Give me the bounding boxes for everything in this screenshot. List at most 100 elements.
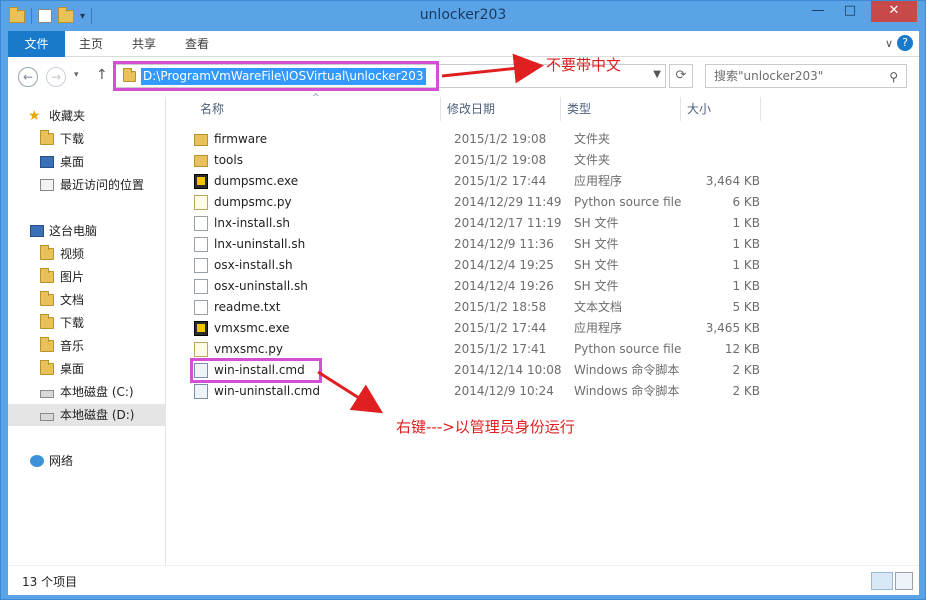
refresh-button[interactable]: ⟳	[669, 64, 693, 88]
drive-icon	[40, 390, 54, 398]
table-row[interactable]: tools 2015/1/2 19:08 文件夹	[178, 150, 768, 171]
file-icon	[194, 237, 208, 252]
sidebar-item-drive-c[interactable]: 本地磁盘 (C:)	[8, 381, 166, 403]
table-row[interactable]: win-install.cmd 2014/12/14 10:08 Windows 命…	[178, 358, 768, 383]
ribbon-expand-icon[interactable]: ∨	[885, 37, 893, 50]
file-size: 3,464 KB	[705, 174, 760, 188]
sidebar-item-videos[interactable]: 视频	[8, 243, 166, 265]
sidebar-item-documents[interactable]: 文档	[8, 289, 166, 311]
sidebar-label: 收藏夹	[49, 109, 86, 123]
chevron-down-icon[interactable]: ▼	[653, 69, 661, 80]
sidebar-item-desktop-pc[interactable]: 桌面	[8, 358, 166, 380]
downloads-folder-icon	[40, 130, 54, 145]
file-icon	[194, 279, 208, 294]
file-date: 2015/1/2 17:44	[454, 174, 547, 188]
column-divider[interactable]	[680, 97, 681, 121]
file-date: 2015/1/2 17:44	[454, 321, 547, 335]
file-name: tools	[214, 153, 243, 167]
sidebar-this-pc[interactable]: 这台电脑	[8, 220, 166, 242]
file-date: 2015/1/2 17:41	[454, 342, 547, 356]
file-type: 文件夹	[574, 153, 611, 167]
table-row[interactable]: lnx-uninstall.sh 2014/12/9 11:36 SH 文件 1 KB	[178, 234, 768, 255]
sidebar-item-music[interactable]: 音乐	[8, 335, 166, 357]
sidebar-label: 本地磁盘 (C:)	[60, 385, 134, 399]
tab-share[interactable]: 共享	[118, 31, 170, 57]
music-folder-icon	[40, 337, 54, 352]
file-type: Python source file	[574, 195, 682, 209]
sidebar-label: 最近访问的位置	[60, 178, 145, 192]
column-divider[interactable]	[440, 97, 441, 121]
table-row[interactable]: osx-install.sh 2014/12/4 19:25 SH 文件 1 KB	[178, 255, 768, 276]
file-size: 1 KB	[732, 258, 760, 272]
sidebar-item-desktop[interactable]: 桌面	[8, 151, 166, 173]
file-name: osx-install.sh	[214, 258, 293, 272]
folder-icon	[194, 155, 208, 167]
file-type: 文件夹	[574, 132, 611, 146]
item-count: 13 个项目	[22, 575, 78, 589]
table-row[interactable]: vmxsmc.py 2015/1/2 17:41 Python source fil…	[178, 339, 768, 360]
column-header-type[interactable]: 类型	[567, 97, 591, 121]
tab-file[interactable]: 文件	[8, 31, 65, 57]
file-name: dumpsmc.py	[214, 195, 292, 209]
file-name: readme.txt	[214, 300, 281, 314]
file-size: 1 KB	[732, 279, 760, 293]
sidebar-item-downloads-pc[interactable]: 下载	[8, 312, 166, 334]
status-bar: 13 个项目	[8, 565, 919, 595]
file-name: lnx-install.sh	[214, 216, 290, 230]
back-button[interactable]: ←	[18, 67, 38, 87]
sidebar-label: 桌面	[60, 362, 85, 376]
downloads-folder-icon	[40, 314, 54, 329]
file-date: 2014/12/9 11:36	[454, 237, 554, 251]
table-row[interactable]: lnx-install.sh 2014/12/17 11:19 SH 文件 1 KB	[178, 213, 768, 234]
file-icon	[194, 258, 208, 273]
maximize-button[interactable]: □	[837, 1, 863, 22]
table-row[interactable]: win-uninstall.cmd 2014/12/9 10:24 Windows …	[178, 381, 768, 402]
search-input[interactable]: 搜索"unlocker203" ⚲	[705, 64, 907, 88]
forward-button[interactable]: →	[46, 67, 66, 87]
sidebar-favorites[interactable]: ★ 收藏夹	[8, 105, 166, 127]
table-row[interactable]: dumpsmc.py 2014/12/29 11:49 Python source …	[178, 192, 768, 213]
sidebar-label: 这台电脑	[49, 224, 98, 238]
sidebar-item-drive-d[interactable]: 本地磁盘 (D:)	[8, 404, 166, 426]
tab-view[interactable]: 查看	[171, 31, 223, 57]
column-header-date[interactable]: 修改日期	[447, 97, 495, 121]
file-size: 2 KB	[732, 363, 760, 377]
column-divider[interactable]	[560, 97, 561, 121]
recent-locations-icon[interactable]: ▾	[74, 70, 79, 80]
documents-folder-icon	[40, 291, 54, 306]
file-type: 应用程序	[574, 174, 623, 188]
sidebar-item-pictures[interactable]: 图片	[8, 266, 166, 288]
help-icon[interactable]: ?	[897, 35, 913, 51]
sidebar-network[interactable]: 网络	[8, 450, 166, 472]
file-size: 5 KB	[732, 300, 760, 314]
table-row[interactable]: vmxsmc.exe 2015/1/2 17:44 应用程序 3,465 KB	[178, 318, 768, 339]
column-header-size[interactable]: 大小	[687, 97, 711, 121]
minimize-button[interactable]: —	[805, 1, 831, 22]
sidebar-label: 文档	[60, 293, 85, 307]
sidebar-item-recent[interactable]: 最近访问的位置	[8, 174, 166, 196]
table-row[interactable]: osx-uninstall.sh 2014/12/4 19:26 SH 文件 1 KB	[178, 276, 768, 297]
up-arrow-icon[interactable]: ↑	[96, 67, 108, 83]
tab-home[interactable]: 主页	[65, 31, 117, 57]
close-button[interactable]: ✕	[871, 1, 917, 22]
network-icon	[30, 455, 44, 467]
sidebar-item-downloads[interactable]: 下载	[8, 128, 166, 150]
file-name: vmxsmc.exe	[214, 321, 290, 335]
file-list: ^ 名称 修改日期 类型 大小 firmware 2015/1/2 19:08 文件…	[178, 93, 919, 565]
file-size: 2 KB	[732, 384, 760, 398]
file-type: SH 文件	[574, 279, 619, 293]
column-divider[interactable]	[760, 97, 761, 121]
table-row[interactable]: readme.txt 2015/1/2 18:58 文本文档 5 KB	[178, 297, 768, 318]
file-icon	[194, 216, 208, 231]
file-date: 2014/12/14 10:08	[454, 363, 562, 377]
sidebar-label: 桌面	[60, 155, 85, 169]
large-icons-view-icon[interactable]	[895, 572, 913, 590]
column-header-name[interactable]: 名称	[200, 97, 224, 121]
file-name: osx-uninstall.sh	[214, 279, 308, 293]
ribbon-tabs: 文件 主页 共享 查看 ∨ ?	[8, 31, 919, 57]
details-view-icon[interactable]	[871, 572, 893, 590]
recent-places-icon	[40, 179, 54, 191]
table-row[interactable]: dumpsmc.exe 2015/1/2 17:44 应用程序 3,464 KB	[178, 171, 768, 192]
search-icon[interactable]: ⚲	[889, 66, 898, 88]
table-row[interactable]: firmware 2015/1/2 19:08 文件夹	[178, 129, 768, 150]
